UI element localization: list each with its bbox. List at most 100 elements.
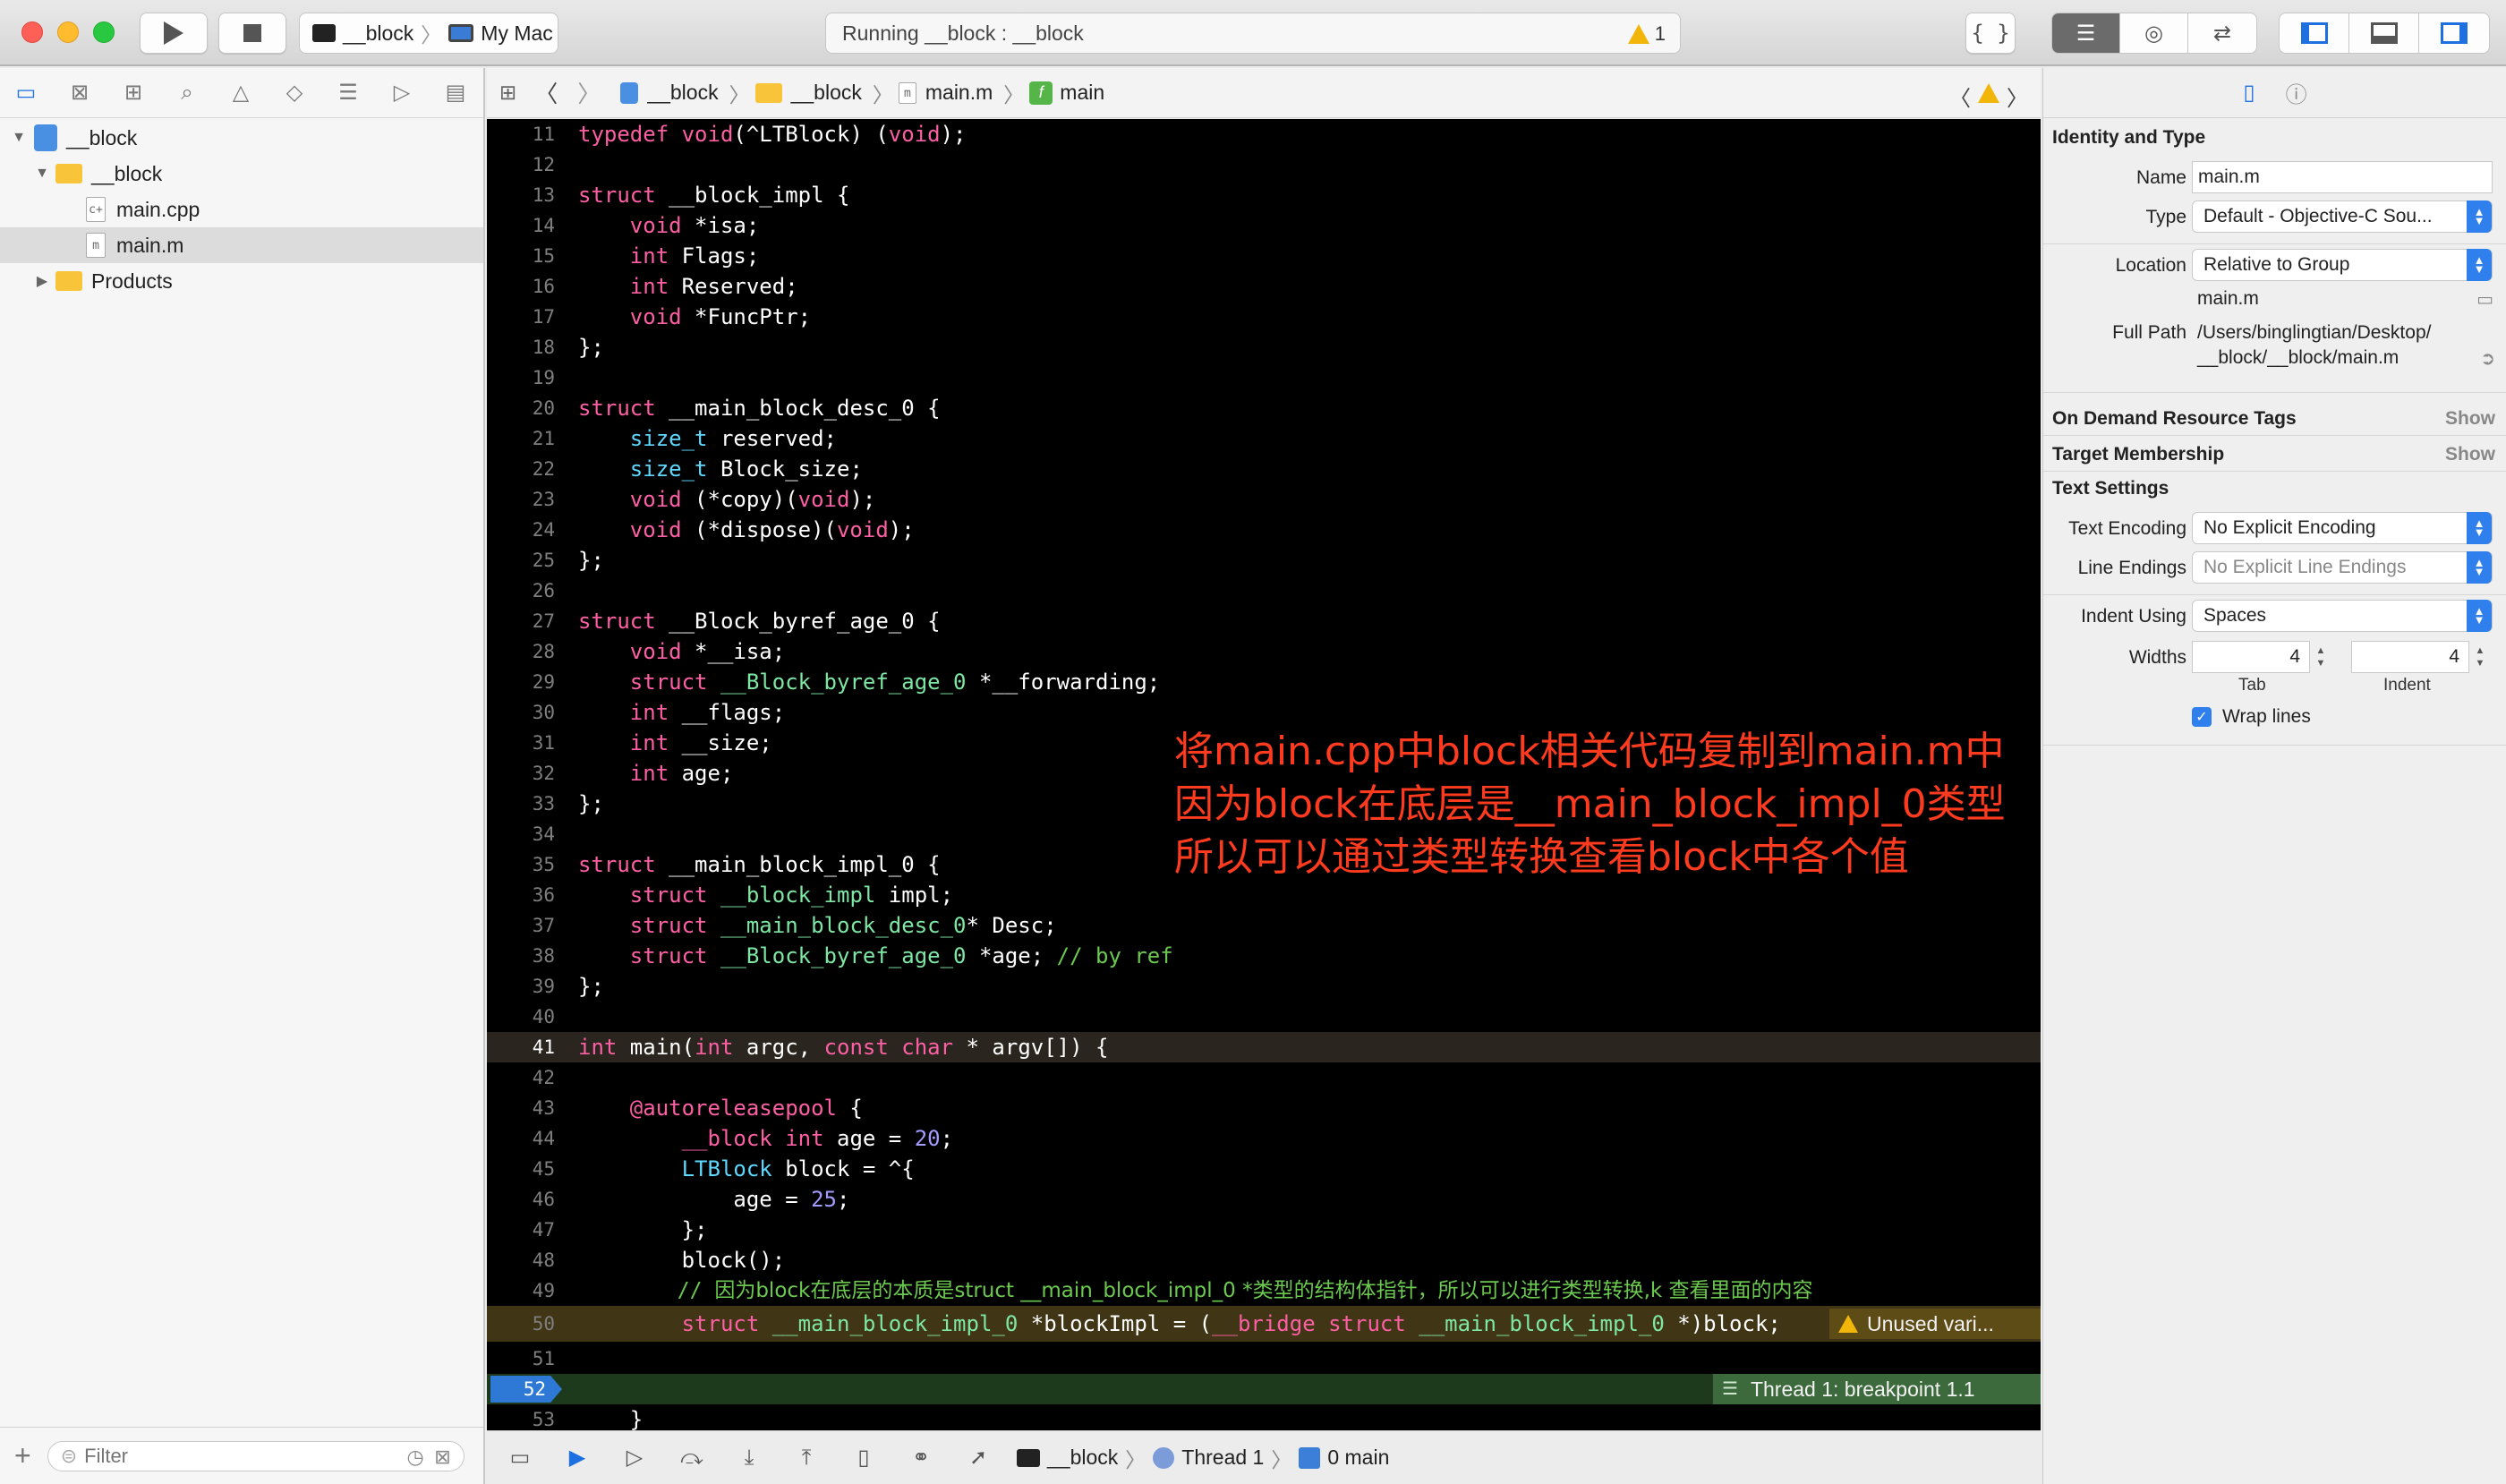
debug-crumb-target[interactable]: __block xyxy=(1017,1446,1118,1470)
run-button[interactable] xyxy=(140,13,208,54)
recent-icon[interactable]: ◷ xyxy=(406,1446,423,1469)
close-window-button[interactable] xyxy=(21,21,43,43)
disclosure-closed-icon[interactable]: ▶ xyxy=(34,272,50,290)
indent-using-popup[interactable]: Spaces ▲ ▼ xyxy=(2192,600,2493,632)
thread-lines-icon: ☰ xyxy=(1722,1379,1738,1399)
code-line: 20 struct __main_block_desc_0 { xyxy=(532,396,941,421)
continue-icon[interactable]: ▷ xyxy=(616,1442,653,1474)
wrap-lines-checkbox[interactable]: ✓ xyxy=(2192,707,2212,727)
breakpoint-icon[interactable]: ▷ xyxy=(387,78,417,108)
tree-item-project[interactable]: ▼ __block xyxy=(0,120,483,156)
zoom-window-button[interactable] xyxy=(93,21,115,43)
quick-help-icon[interactable]: ⓘ xyxy=(2286,77,2307,108)
simulate-location-icon[interactable]: ➚ xyxy=(959,1442,997,1474)
debug-icon[interactable]: ☰ xyxy=(333,78,363,108)
step-out-icon[interactable]: ⤒ xyxy=(788,1442,825,1474)
activity-warning-indicator[interactable]: 1 xyxy=(1627,22,1666,46)
forward-arrow-icon[interactable]: 〉 xyxy=(577,76,601,109)
code-line: 38 struct __Block_byref_age_0 *age; // b… xyxy=(532,943,1173,968)
minimize-window-button[interactable] xyxy=(57,21,79,43)
choose-folder-icon[interactable]: ▭ xyxy=(2476,288,2493,311)
target-membership-show-button[interactable]: Show xyxy=(2445,444,2495,465)
indent-using-value: Spaces xyxy=(2203,605,2267,626)
previous-issue-icon[interactable]: 〈 xyxy=(1949,81,1971,112)
tab-width-field[interactable]: 4 xyxy=(2192,641,2310,673)
code-line: 37 struct __main_block_desc_0* Desc; xyxy=(532,913,1057,938)
code-line: 11 typedef void(^LTBlock) (void); xyxy=(532,122,967,147)
inline-warning[interactable]: Unused vari... xyxy=(1829,1309,2041,1339)
on-demand-show-button[interactable]: Show xyxy=(2445,408,2495,430)
folder-icon[interactable]: ▭ xyxy=(11,78,41,108)
crumb-file[interactable]: m main.m xyxy=(898,81,993,105)
code-line: 24 void (*dispose)(void); xyxy=(532,517,915,542)
related-items-icon[interactable]: ⊞ xyxy=(499,81,516,105)
reveal-in-finder-icon[interactable]: ➲ xyxy=(2480,347,2495,370)
assistant-editor-button[interactable]: ◎ xyxy=(2120,13,2188,53)
issue-icon[interactable]: △ xyxy=(226,78,256,108)
tree-item-main-m[interactable]: m main.m xyxy=(0,227,483,263)
stop-button[interactable] xyxy=(218,13,286,54)
search-icon[interactable]: ⌕ xyxy=(172,78,202,108)
type-popup[interactable]: Default - Objective-C Sou... ▲ ▼ xyxy=(2192,200,2493,233)
debug-crumb-thread[interactable]: Thread 1 xyxy=(1153,1446,1264,1470)
filter-input[interactable] xyxy=(84,1444,380,1468)
folder-icon xyxy=(55,164,82,183)
disclosure-open-icon[interactable]: ▼ xyxy=(34,166,50,182)
symbol-icon[interactable]: ⊞ xyxy=(118,78,149,108)
mac-icon xyxy=(448,24,474,42)
activity-viewer[interactable]: Running __block : __block 1 xyxy=(825,13,1681,54)
crumb-project[interactable]: __block xyxy=(620,81,719,105)
code-line: 43 @autoreleasepool { xyxy=(532,1096,863,1121)
breakpoints-toggle-icon[interactable]: ▶ xyxy=(558,1442,596,1474)
crumb-group[interactable]: __block xyxy=(754,81,862,105)
indent-using-label: Indent Using xyxy=(2081,606,2186,627)
test-icon[interactable]: ◇ xyxy=(279,78,310,108)
type-value: Default - Objective-C Sou... xyxy=(2203,206,2433,226)
location-popup[interactable]: Relative to Group ▲ ▼ xyxy=(2192,249,2493,281)
library-button[interactable]: { } xyxy=(1965,13,2016,54)
line-endings-popup[interactable]: No Explicit Line Endings ▲ ▼ xyxy=(2192,551,2493,584)
breakpoint-marker[interactable]: 52 xyxy=(490,1376,562,1403)
tree-item-products[interactable]: ▶ Products xyxy=(0,263,483,299)
user-frame-icon xyxy=(1299,1446,1321,1469)
step-into-icon[interactable]: ⤓ xyxy=(730,1442,768,1474)
breakpoint-annotation[interactable]: ☰ Thread 1: breakpoint 1.1 xyxy=(1713,1374,2041,1404)
step-over-icon[interactable]: ⤼ xyxy=(673,1442,711,1474)
report-icon[interactable]: ▤ xyxy=(440,78,471,108)
crumb-function[interactable]: f main xyxy=(1029,81,1104,105)
code-line: 30 int __flags; xyxy=(532,700,786,725)
version-editor-button[interactable]: ⇄ xyxy=(2188,13,2256,53)
scheme-selector[interactable]: __block 〉 My Mac xyxy=(299,13,558,54)
indent-width-field[interactable]: 4 xyxy=(2351,641,2469,673)
disclosure-open-icon[interactable]: ▼ xyxy=(11,130,27,146)
code-line-warning: 50 struct __main_block_impl_0 *blockImpl… xyxy=(487,1306,2041,1342)
code-line: 51 xyxy=(532,1348,555,1369)
debug-crumb-frame[interactable]: 0 main xyxy=(1299,1446,1389,1470)
jump-bar: ⊞ 〈 〉 __block 〉 __block 〉 m main.m 〉 f m… xyxy=(487,68,2041,118)
text-encoding-popup[interactable]: No Explicit Encoding ▲ ▼ xyxy=(2192,512,2493,544)
code-line: 16 int Reserved; xyxy=(532,274,798,299)
memory-graph-icon[interactable]: ⚭ xyxy=(902,1442,940,1474)
name-field[interactable]: main.m xyxy=(2192,161,2493,193)
divider xyxy=(2043,392,2506,393)
view-hierarchy-icon[interactable]: ▯ xyxy=(845,1442,882,1474)
add-icon[interactable]: + xyxy=(14,1439,31,1472)
scm-filter-icon[interactable]: ⊠ xyxy=(434,1446,450,1469)
tree-item-main-cpp[interactable]: c+ main.cpp xyxy=(0,192,483,227)
hide-debug-area-icon[interactable]: ▭ xyxy=(501,1442,539,1474)
file-inspector-icon[interactable]: ▯ xyxy=(2243,80,2255,106)
tab-width-stepper-icon[interactable]: ▲ ▼ xyxy=(2314,641,2328,673)
toggle-navigator-button[interactable] xyxy=(2280,13,2349,53)
back-arrow-icon[interactable]: 〈 xyxy=(534,76,558,109)
toggle-inspector-button[interactable] xyxy=(2419,13,2489,53)
divider xyxy=(2043,471,2506,472)
source-control-icon[interactable]: ⊠ xyxy=(64,78,95,108)
toggle-debug-area-button[interactable] xyxy=(2349,13,2419,53)
next-issue-icon[interactable]: 〉 xyxy=(2007,81,2028,112)
indent-width-stepper-icon[interactable]: ▲ ▼ xyxy=(2473,641,2487,673)
warning-icon[interactable] xyxy=(1978,83,1999,103)
tree-item-group[interactable]: ▼ __block xyxy=(0,156,483,192)
full-path-line2: __block/__block/main.m xyxy=(2197,347,2399,368)
standard-editor-button[interactable]: ☰ xyxy=(2052,13,2120,53)
filter-field[interactable]: ⊜ ◷ ⊠ xyxy=(47,1440,465,1471)
